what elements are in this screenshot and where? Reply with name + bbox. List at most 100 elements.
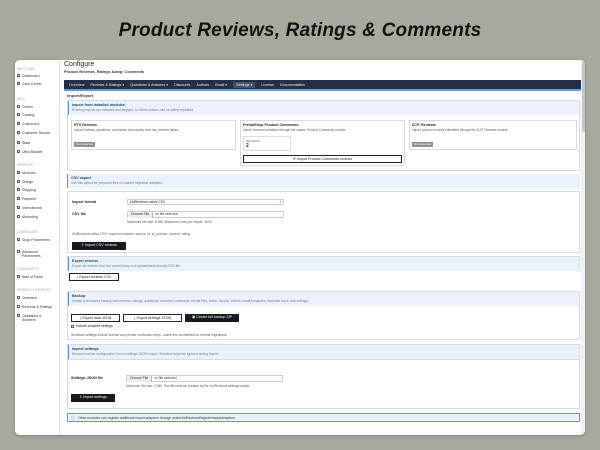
dashboard-icon bbox=[17, 74, 20, 78]
djit-reviews-card: DJIT Reviews Import product reviews subm… bbox=[409, 120, 577, 150]
sidebar-item[interactable]: Ultra Blocker bbox=[17, 150, 59, 154]
button-label: Create full backup ZIP bbox=[196, 315, 232, 319]
ets-reviews-card: ETS Reviews Import reviews, questions, c… bbox=[71, 120, 236, 150]
info-icon: ⓘ bbox=[71, 414, 75, 420]
chevron-right-icon: › bbox=[58, 171, 59, 175]
page-banner-title: Product Reviews, Ratings & Comments bbox=[118, 20, 482, 41]
reviews-count-box: REVIEWS 2 bbox=[243, 136, 291, 151]
chevron-right-icon: › bbox=[58, 197, 59, 201]
sidebar-item[interactable]: Wall of Fame bbox=[17, 275, 59, 279]
sidebar-item-label: Advanced Parameters bbox=[22, 250, 41, 258]
choose-file-button[interactable]: Choose File bbox=[128, 212, 154, 218]
status-badge: Not detected bbox=[74, 141, 96, 147]
file-status: no file selected bbox=[155, 212, 178, 216]
sidebar-item-label: Customers bbox=[22, 122, 40, 126]
create-full-backup-button[interactable]: ▣ Create full backup ZIP bbox=[185, 314, 239, 322]
sidebar-item-label: Shipping bbox=[22, 188, 36, 192]
sidebar-item[interactable]: Orders › bbox=[17, 105, 59, 109]
chevron-right-icon: › bbox=[58, 206, 59, 210]
nav-tab[interactable]: Email ▾ bbox=[215, 83, 227, 87]
info-note-text: Other modules can register additional im… bbox=[78, 415, 236, 420]
sidebar-item[interactable]: Advanced Parameters › bbox=[17, 250, 59, 258]
sidebar-item[interactable]: Shipping › bbox=[17, 188, 59, 192]
csv-file-label: CSV file bbox=[72, 212, 86, 216]
sidebar-item[interactable]: Dashboard bbox=[17, 74, 59, 78]
nav-tab[interactable]: Questions & Answers ▾ bbox=[130, 83, 168, 87]
section-title: Import/Export bbox=[67, 93, 94, 98]
marketing-icon bbox=[17, 215, 20, 219]
csv-import-panel: CSV import Use this option for prepared … bbox=[67, 174, 580, 190]
import-settings-header: Import settings Restore module configura… bbox=[68, 345, 579, 359]
sidebar-item[interactable]: Customers › bbox=[17, 122, 59, 126]
nav-tab[interactable]: Documentation bbox=[280, 83, 305, 87]
sidebar-item[interactable]: International › bbox=[17, 206, 59, 210]
settings-json-file-input[interactable]: Choose File no file selected bbox=[126, 375, 283, 382]
sidebar-item-label: Ultra Blocker bbox=[22, 150, 43, 154]
sidebar-item[interactable]: Shop Parameters › bbox=[17, 238, 59, 242]
payment-icon bbox=[17, 197, 20, 201]
sidebar-item[interactable]: Overview bbox=[17, 296, 59, 300]
sidebar-section-title: COMMUNITY bbox=[17, 267, 39, 271]
import-installed-subtitle: Existing imports are detected and skippe… bbox=[72, 108, 195, 112]
chevron-right-icon: › bbox=[58, 131, 59, 135]
stats-icon bbox=[17, 141, 20, 145]
customers-icon bbox=[17, 122, 20, 126]
card-description: Import reviews, questions, comments, and… bbox=[74, 128, 180, 132]
chevron-right-icon: › bbox=[58, 180, 59, 184]
sidebar-item[interactable]: Payment › bbox=[17, 197, 59, 201]
settings-json-file-label: Settings JSON file bbox=[71, 376, 103, 380]
sidebar-item-label: Design bbox=[22, 180, 34, 184]
chevron-right-icon: › bbox=[58, 113, 59, 117]
csv-required-columns: XtdReviews native CSV: required columns:… bbox=[72, 232, 191, 236]
sidebar-item[interactable]: Customer Service › bbox=[17, 131, 59, 135]
catalog-icon bbox=[17, 113, 20, 117]
button-label: Import CSV reviews bbox=[85, 243, 117, 247]
sidebar-item[interactable]: Stats bbox=[17, 141, 59, 145]
import-format-select[interactable]: XtdReviews native CSV ⇕ bbox=[127, 199, 284, 205]
sidebar-section-title: SELL bbox=[17, 97, 26, 101]
csv-import-body: Import format XtdReviews native CSV ⇕ CS… bbox=[67, 191, 580, 253]
nav-tab[interactable]: Reviews & Ratings ▾ bbox=[90, 83, 124, 87]
chevron-right-icon: › bbox=[58, 188, 59, 192]
button-label: Export settings JSON bbox=[136, 316, 171, 320]
nav-tab[interactable]: Overview bbox=[69, 83, 84, 87]
design-icon bbox=[17, 180, 20, 184]
sidebar-item-label: Questions & Answers bbox=[22, 314, 42, 322]
export-reviews-csv-button[interactable]: ⤓ Export reviews CSV bbox=[69, 273, 119, 281]
sidebar-item[interactable]: Questions & Answers bbox=[17, 314, 59, 322]
import-csv-button[interactable]: ⇪ Import CSV reviews bbox=[72, 242, 126, 250]
chevron-right-icon: › bbox=[58, 105, 59, 109]
scrollbar[interactable] bbox=[581, 60, 585, 435]
sidebar-item[interactable]: Care Center bbox=[17, 82, 59, 86]
import-product-comments-button[interactable]: ⟳ Import Product Comments reviews bbox=[243, 155, 402, 163]
nav-tab[interactable]: License bbox=[261, 83, 274, 87]
sensitive-settings-note: Sensitive settings include license and p… bbox=[71, 333, 228, 337]
sidebar-item[interactable]: Modules › bbox=[17, 171, 59, 175]
export-data-json-button[interactable]: ⤓ Export data JSON bbox=[71, 314, 120, 322]
scrollbar-thumb[interactable] bbox=[581, 62, 585, 132]
sidebar-item-label: Wall of Fame bbox=[22, 275, 44, 279]
sidebar-item[interactable]: Marketing › bbox=[17, 215, 59, 219]
sidebar-item[interactable]: Catalog › bbox=[17, 113, 59, 117]
sidebar-item-label: Marketing bbox=[22, 215, 38, 219]
nav-tab[interactable]: Authors bbox=[196, 83, 209, 87]
include-sensitive-label: Include sensitive settings bbox=[76, 324, 113, 328]
backup-header: Backup Create a structured backup with r… bbox=[68, 292, 579, 306]
reviews-count-value: 2 bbox=[246, 142, 249, 149]
sidebar-section-title: CONFIGURE bbox=[17, 230, 38, 234]
nav-tab[interactable]: Discounts bbox=[174, 83, 190, 87]
button-label: Export data JSON bbox=[82, 316, 112, 320]
sidebar-item[interactable]: Reviews & Ratings bbox=[17, 305, 59, 309]
sidebar-item-label: Overview bbox=[22, 296, 37, 300]
chevron-down-icon: ⇕ bbox=[278, 200, 282, 204]
include-sensitive-checkbox[interactable] bbox=[71, 325, 74, 328]
backup-panel: Backup Create a structured backup with r… bbox=[67, 291, 580, 340]
sidebar-item[interactable]: Design › bbox=[17, 180, 59, 184]
choose-file-button[interactable]: Choose File bbox=[127, 376, 153, 382]
nav-tab[interactable]: Settings ▾ bbox=[233, 81, 256, 88]
main-content: Configure Product Reviews, Ratings &amp;… bbox=[64, 60, 585, 435]
export-settings-json-button[interactable]: ⤓ Export settings JSON bbox=[123, 314, 182, 322]
csv-file-input[interactable]: Choose File no file selected bbox=[127, 211, 284, 218]
ultra-blocker-icon bbox=[17, 150, 20, 154]
import-settings-button[interactable]: ⇪ Import settings bbox=[71, 394, 115, 402]
